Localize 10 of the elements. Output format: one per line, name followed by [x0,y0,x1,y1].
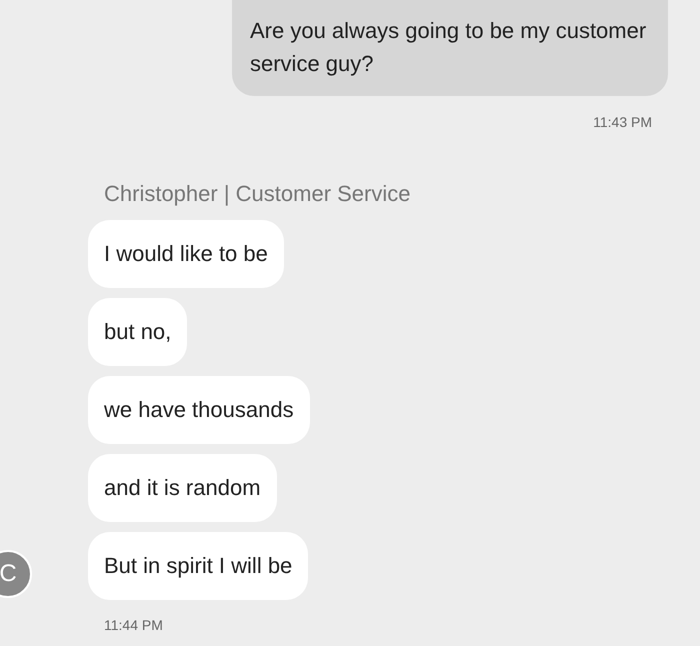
message-time: 11:44 PM [104,617,163,633]
avatar: C [0,550,32,598]
sender-name: Christopher | Customer Service [104,181,410,206]
message-time: 11:43 PM [593,113,652,132]
received-message-bubble: and it is random [88,454,277,522]
received-message-bubble: I would like to be [88,220,284,288]
received-message-bubble: we have thousands [88,376,310,444]
sent-message-bubble: Are you always going to be my customer service guy? [232,0,668,96]
received-message-bubble: But in spirit I will be [88,532,308,600]
received-message-bubble: but no, [88,298,188,366]
